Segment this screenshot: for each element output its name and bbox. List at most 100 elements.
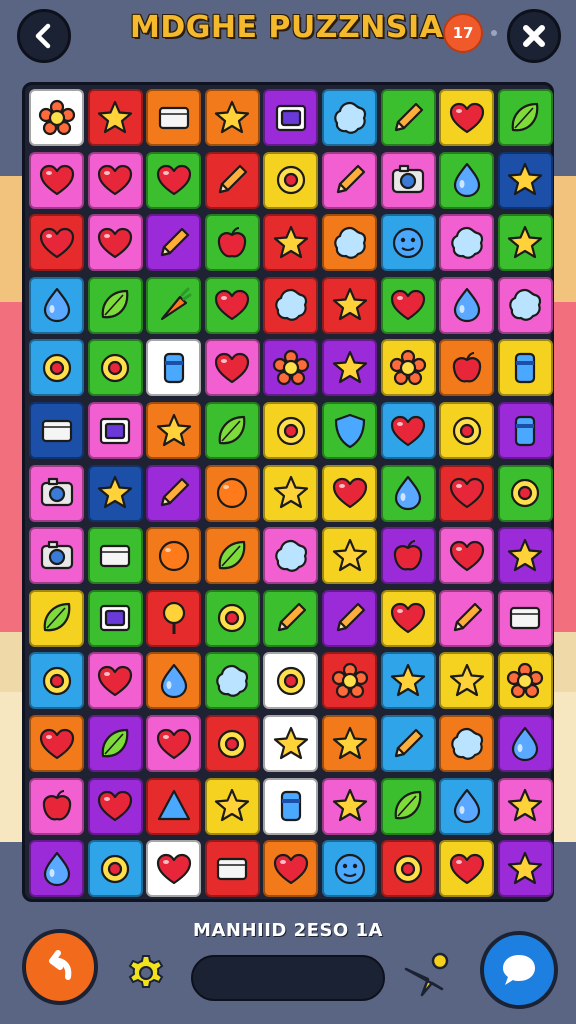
tile[interactable] <box>439 89 495 146</box>
tile[interactable] <box>263 402 319 459</box>
tile[interactable] <box>204 527 260 585</box>
tile[interactable] <box>380 464 436 522</box>
tile[interactable] <box>263 151 319 209</box>
tile[interactable] <box>322 89 377 146</box>
tile[interactable] <box>29 339 84 397</box>
tile[interactable] <box>204 89 260 146</box>
tile[interactable] <box>29 840 84 898</box>
tile[interactable] <box>380 276 436 334</box>
tile[interactable] <box>263 464 319 522</box>
tile[interactable] <box>87 715 143 772</box>
tile[interactable] <box>497 151 553 209</box>
tile[interactable] <box>380 777 436 835</box>
tile[interactable] <box>263 276 319 334</box>
tile[interactable] <box>497 339 553 397</box>
tile[interactable] <box>380 339 436 397</box>
tile[interactable] <box>87 402 143 459</box>
settings-button[interactable] <box>124 951 168 995</box>
tile[interactable] <box>263 214 319 272</box>
close-button[interactable] <box>507 9 561 63</box>
tile[interactable] <box>380 402 436 459</box>
tile[interactable] <box>146 151 202 209</box>
tile[interactable] <box>204 151 260 209</box>
tile[interactable] <box>263 777 319 835</box>
tile[interactable] <box>380 652 436 710</box>
tile[interactable] <box>29 715 84 772</box>
tile[interactable] <box>322 402 377 459</box>
tile[interactable] <box>29 652 84 710</box>
tile[interactable] <box>29 214 84 272</box>
tile[interactable] <box>29 464 84 522</box>
tile[interactable] <box>204 589 260 647</box>
tile[interactable] <box>204 777 260 835</box>
tile[interactable] <box>29 589 84 647</box>
tile[interactable] <box>87 89 143 146</box>
tile[interactable] <box>263 89 319 146</box>
tile[interactable] <box>29 151 84 209</box>
tile[interactable] <box>204 402 260 459</box>
tile[interactable] <box>497 464 553 522</box>
tile[interactable] <box>87 589 143 647</box>
tile[interactable] <box>263 339 319 397</box>
back-button[interactable] <box>17 9 71 63</box>
tile[interactable] <box>380 151 436 209</box>
hint-button[interactable] <box>400 947 454 1001</box>
tile[interactable] <box>497 777 553 835</box>
tile[interactable] <box>204 652 260 710</box>
tile[interactable] <box>380 214 436 272</box>
tile[interactable] <box>439 777 495 835</box>
tile[interactable] <box>322 652 377 710</box>
tile[interactable] <box>146 339 202 397</box>
chat-button[interactable] <box>480 931 558 1009</box>
tile[interactable] <box>146 527 202 585</box>
tile[interactable] <box>263 589 319 647</box>
tile[interactable] <box>439 339 495 397</box>
tile[interactable] <box>29 89 84 146</box>
tile[interactable] <box>204 276 260 334</box>
tile[interactable] <box>322 464 377 522</box>
tile[interactable] <box>322 840 377 898</box>
tile[interactable] <box>146 214 202 272</box>
tile[interactable] <box>497 840 553 898</box>
tile[interactable] <box>497 589 553 647</box>
tile[interactable] <box>87 339 143 397</box>
tile[interactable] <box>263 840 319 898</box>
tile[interactable] <box>497 276 553 334</box>
tile[interactable] <box>146 840 202 898</box>
tile[interactable] <box>263 652 319 710</box>
tile[interactable] <box>146 589 202 647</box>
tile[interactable] <box>146 715 202 772</box>
tile[interactable] <box>146 777 202 835</box>
tile[interactable] <box>439 589 495 647</box>
tile[interactable] <box>204 214 260 272</box>
tile[interactable] <box>322 777 377 835</box>
tile[interactable] <box>497 652 553 710</box>
tile[interactable] <box>322 715 377 772</box>
tile[interactable] <box>439 652 495 710</box>
tile[interactable] <box>146 89 202 146</box>
tile[interactable] <box>497 527 553 585</box>
tile[interactable] <box>322 339 377 397</box>
tile[interactable] <box>497 214 553 272</box>
tile[interactable] <box>87 527 143 585</box>
tile[interactable] <box>87 276 143 334</box>
tile[interactable] <box>380 527 436 585</box>
tile[interactable] <box>204 464 260 522</box>
tile[interactable] <box>439 214 495 272</box>
tile[interactable] <box>439 151 495 209</box>
tile[interactable] <box>380 589 436 647</box>
tile[interactable] <box>204 840 260 898</box>
tile[interactable] <box>87 652 143 710</box>
tile[interactable] <box>322 527 377 585</box>
tile[interactable] <box>263 527 319 585</box>
tile[interactable] <box>204 715 260 772</box>
tile[interactable] <box>322 276 377 334</box>
tile[interactable] <box>439 276 495 334</box>
tile[interactable] <box>87 464 143 522</box>
tile[interactable] <box>439 715 495 772</box>
tile[interactable] <box>146 402 202 459</box>
tile[interactable] <box>146 276 202 334</box>
undo-button[interactable] <box>22 929 98 1005</box>
tile[interactable] <box>380 840 436 898</box>
tile[interactable] <box>439 527 495 585</box>
